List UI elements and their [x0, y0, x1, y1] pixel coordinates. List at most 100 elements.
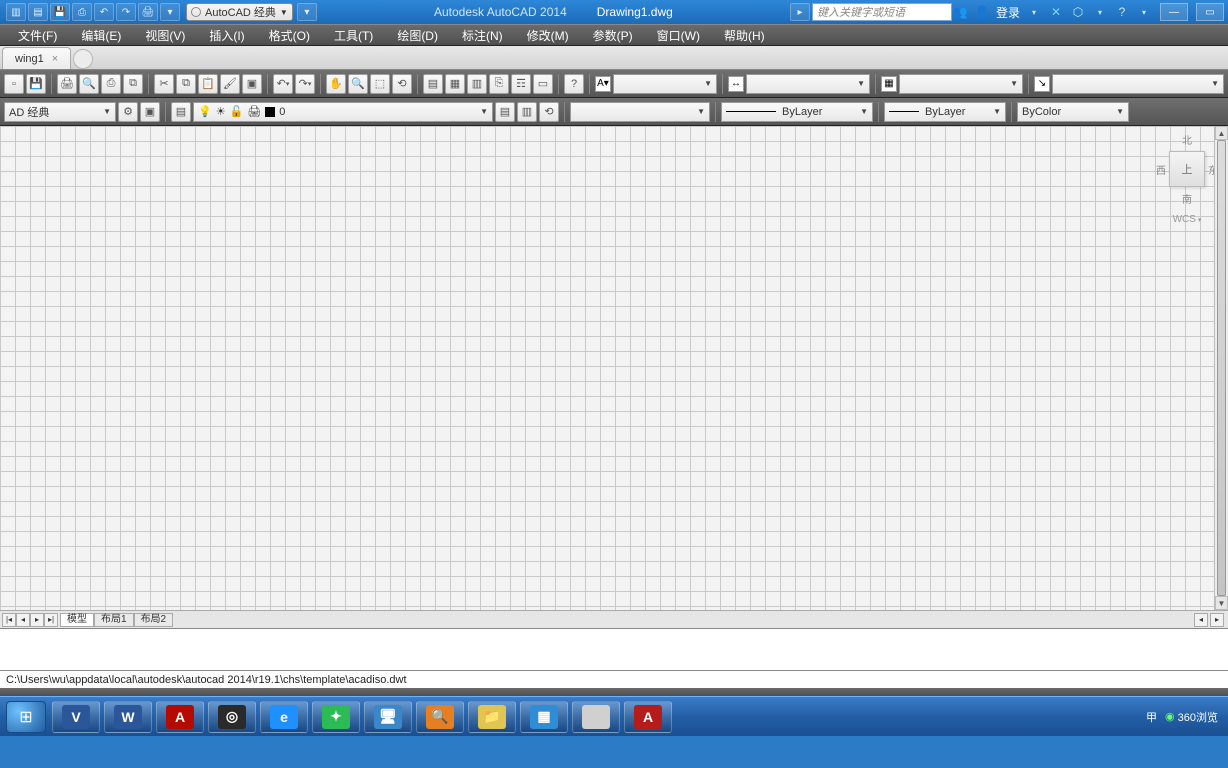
tray-ime-icon[interactable]: 甲 [1146, 709, 1157, 725]
taskbar-app-search[interactable]: 🔍 [416, 701, 464, 733]
redo-icon[interactable]: ↷▾ [295, 74, 315, 94]
menu-modify[interactable]: 修改(M) [515, 25, 581, 46]
workspace-settings-icon[interactable]: ⚙ [118, 102, 138, 122]
qat-new-icon[interactable]: ▥ [6, 3, 26, 21]
menu-param[interactable]: 参数(P) [581, 25, 645, 46]
menu-help[interactable]: 帮助(H) [712, 25, 777, 46]
viewcube[interactable]: 北 西 上 东 南 WCS▾ [1156, 132, 1218, 225]
textstyle-dropdown[interactable]: ▼ [613, 74, 717, 94]
search-icon[interactable]: ▸ [790, 3, 810, 21]
help-icon2[interactable]: ? [564, 74, 584, 94]
menu-tools[interactable]: 工具(T) [322, 25, 385, 46]
matchprop-icon[interactable]: 🖌 [220, 74, 240, 94]
cut-icon[interactable]: ✂ [154, 74, 174, 94]
taskbar-app-blank[interactable] [572, 701, 620, 733]
quickcalc-icon[interactable]: ▭ [533, 74, 553, 94]
menu-view[interactable]: 视图(V) [133, 25, 197, 46]
hscroll-left-icon[interactable]: ◂ [1194, 613, 1208, 627]
command-history[interactable] [0, 628, 1228, 670]
qat-print-icon[interactable]: 🖨 [138, 3, 158, 21]
mleaderstyle-icon[interactable]: ↘ [1034, 76, 1050, 92]
zoom-previous-icon[interactable]: ⟲ [392, 74, 412, 94]
blockeditor-icon[interactable]: ▣ [242, 74, 262, 94]
tpalette-icon[interactable]: ▥ [467, 74, 487, 94]
zoom-realtime-icon[interactable]: 🔍 [348, 74, 368, 94]
workspace-dropdown[interactable]: AutoCAD 经典 ▼ [186, 3, 293, 21]
dropdown-icon[interactable]: ▾ [1026, 4, 1042, 20]
signin-icon[interactable]: 👤 [974, 4, 990, 20]
menu-format[interactable]: 格式(O) [257, 25, 322, 46]
lineweight-dropdown[interactable]: ByLayer ▼ [884, 102, 1006, 122]
markup-icon[interactable]: ☶ [511, 74, 531, 94]
workspace2-dropdown[interactable]: AD 经典▼ [4, 102, 116, 122]
plotstyle-dropdown[interactable]: ByColor▼ [1017, 102, 1129, 122]
menu-insert[interactable]: 插入(I) [197, 25, 256, 46]
dimstyle-icon[interactable]: ↔ [728, 76, 744, 92]
new-document-tab[interactable] [73, 49, 93, 69]
copy-icon[interactable]: ⧉ [176, 74, 196, 94]
document-tab[interactable]: wing1 × [2, 47, 71, 69]
qat-saveas-icon[interactable]: ⎙ [72, 3, 92, 21]
autodesk360-icon[interactable]: 👥 [952, 4, 968, 20]
taskbar-app-explorer[interactable]: 📁 [468, 701, 516, 733]
taskbar-app-ie[interactable]: e [260, 701, 308, 733]
tab-next-icon[interactable]: ▸ [30, 613, 44, 627]
vertical-scrollbar[interactable]: ▲ ▼ [1214, 126, 1228, 610]
zoom-window-icon[interactable]: ⬚ [370, 74, 390, 94]
exchange-x-icon[interactable]: ✕ [1048, 4, 1064, 20]
tablestyle-dropdown[interactable]: ▼ [899, 74, 1023, 94]
tab-model[interactable]: 模型 [60, 613, 94, 627]
scroll-thumb[interactable] [1217, 140, 1226, 596]
tab-layout2[interactable]: 布局2 [134, 613, 174, 627]
layer-state-icon[interactable]: ▤ [495, 102, 515, 122]
window-minimize[interactable]: — [1160, 3, 1188, 21]
layer-dropdown[interactable]: 💡 ☀ 🔓 🖨 0 ▼ [193, 102, 493, 122]
undo-icon[interactable]: ↶▾ [273, 74, 293, 94]
print-icon[interactable]: 🖨 [57, 74, 77, 94]
tab-prev-icon[interactable]: ◂ [16, 613, 30, 627]
taskbar-app-visio[interactable]: V [52, 701, 100, 733]
dcenter-icon[interactable]: ▦ [445, 74, 465, 94]
dropdown2-icon[interactable]: ▾ [1092, 4, 1108, 20]
layer-properties-icon[interactable]: ▤ [171, 102, 191, 122]
taskbar-app-remote[interactable]: 🖥 [364, 701, 412, 733]
pan-icon[interactable]: ✋ [326, 74, 346, 94]
preview-icon[interactable]: 🔍 [79, 74, 99, 94]
taskbar-app-app1[interactable]: ◎ [208, 701, 256, 733]
menu-file[interactable]: 文件(F) [6, 25, 69, 46]
viewcube-west[interactable]: 西 [1156, 162, 1166, 177]
help-icon[interactable]: ? [1114, 4, 1130, 20]
qat-undo-icon[interactable]: ↶ [94, 3, 114, 21]
command-line[interactable]: C:\Users\wu\appdata\local\autodesk\autoc… [0, 670, 1228, 688]
window-maximize[interactable]: ▭ [1196, 3, 1224, 21]
new-icon[interactable]: ▫ [4, 74, 24, 94]
workspace-save-icon[interactable]: ▣ [140, 102, 160, 122]
scroll-down-icon[interactable]: ▼ [1215, 596, 1228, 610]
hscroll-right-icon[interactable]: ▸ [1210, 613, 1224, 627]
signin-label[interactable]: 登录 [996, 4, 1020, 21]
properties-icon[interactable]: ▤ [423, 74, 443, 94]
viewcube-wcs[interactable]: WCS▾ [1156, 214, 1218, 225]
tray-360-icon[interactable]: ◉360浏览 [1165, 709, 1218, 725]
color-dropdown[interactable]: ▼ [570, 102, 710, 122]
textstyle-icon[interactable]: A▾ [595, 76, 611, 92]
qat-open-icon[interactable]: ▤ [28, 3, 48, 21]
dropdown3-icon[interactable]: ▾ [1136, 4, 1152, 20]
close-tab-icon[interactable]: × [52, 53, 58, 65]
exchange-app-icon[interactable]: ⬡ [1070, 4, 1086, 20]
menu-draw[interactable]: 绘图(D) [385, 25, 450, 46]
layer-prev-icon[interactable]: ⟲ [539, 102, 559, 122]
paste-icon[interactable]: 📋 [198, 74, 218, 94]
publish-icon[interactable]: ⎙ [101, 74, 121, 94]
save-icon[interactable]: 💾 [26, 74, 46, 94]
scroll-up-icon[interactable]: ▲ [1215, 126, 1228, 140]
viewcube-face[interactable]: 上 [1169, 151, 1205, 187]
dimstyle-dropdown[interactable]: ▼ [746, 74, 870, 94]
sheetset-icon[interactable]: ⎘ [489, 74, 509, 94]
tab-layout1[interactable]: 布局1 [94, 613, 134, 627]
qat-extra-icon[interactable]: ▾ [297, 3, 317, 21]
menu-window[interactable]: 窗口(W) [645, 25, 712, 46]
tablestyle-icon[interactable]: ▦ [881, 76, 897, 92]
layer-iso-icon[interactable]: ▥ [517, 102, 537, 122]
taskbar-app-word[interactable]: W [104, 701, 152, 733]
